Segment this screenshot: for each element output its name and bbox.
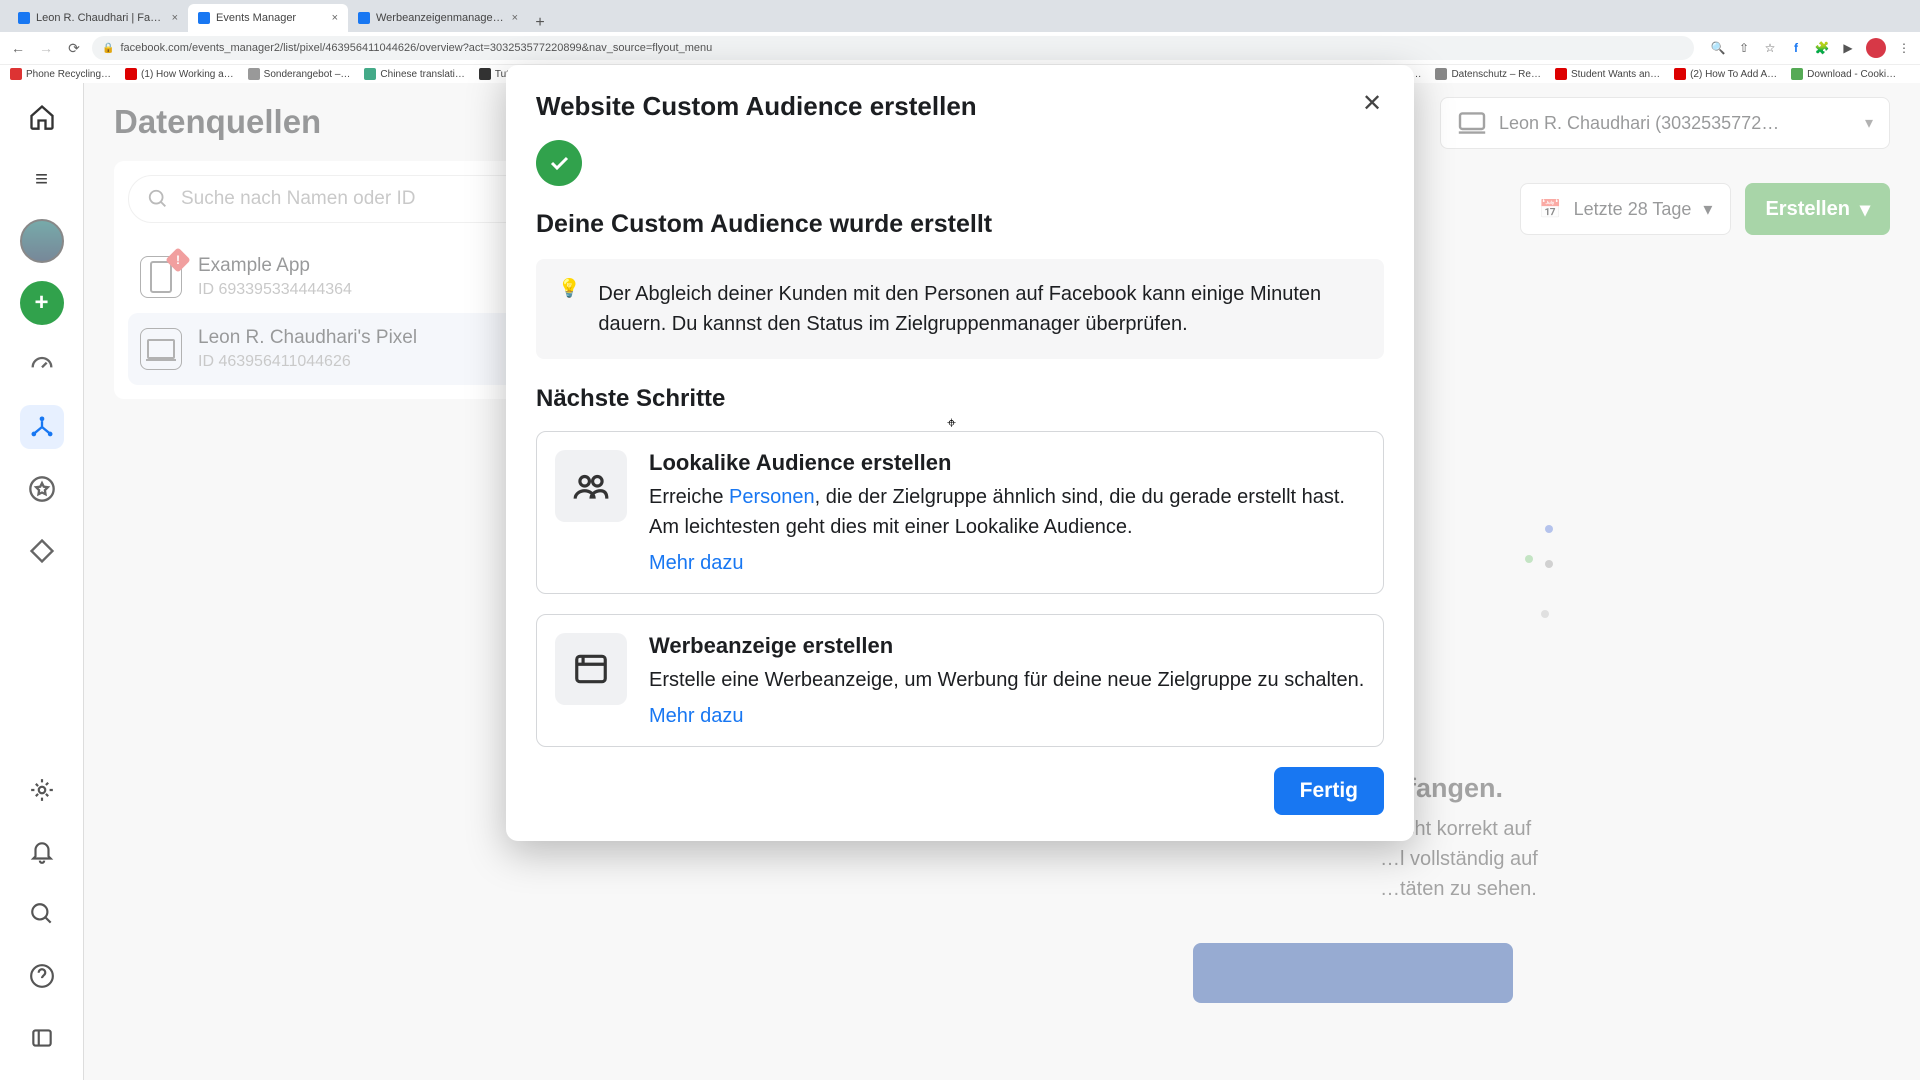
done-button[interactable]: Fertig (1274, 767, 1384, 815)
window-icon (555, 633, 627, 705)
lightbulb-icon: 💡 (558, 279, 580, 339)
step-desc: Erreiche Personen, die der Zielgruppe äh… (649, 482, 1365, 542)
step-desc: Erstelle eine Werbeanzeige, um Werbung f… (649, 665, 1364, 695)
more-link[interactable]: Mehr dazu (649, 552, 1365, 575)
personen-link[interactable]: Personen (729, 486, 815, 508)
success-check-icon (536, 140, 582, 186)
info-message: Der Abgleich deiner Kunden mit den Perso… (598, 279, 1362, 339)
modal-backdrop: Website Custom Audience erstellen ✕ Dein… (0, 0, 1920, 1080)
more-link[interactable]: Mehr dazu (649, 705, 1364, 728)
step-title: Lookalike Audience erstellen (649, 450, 1365, 476)
close-button[interactable]: ✕ (1356, 87, 1388, 119)
people-icon (555, 450, 627, 522)
cursor-icon: ⌖ (947, 415, 956, 433)
next-steps-title: Nächste Schritte (536, 385, 1384, 413)
step-create-ad[interactable]: Werbeanzeige erstellen Erstelle eine Wer… (536, 614, 1384, 747)
modal-create-audience: Website Custom Audience erstellen ✕ Dein… (506, 65, 1414, 841)
modal-title: Website Custom Audience erstellen (536, 91, 1384, 122)
step-title: Werbeanzeige erstellen (649, 633, 1364, 659)
info-box: 💡 Der Abgleich deiner Kunden mit den Per… (536, 259, 1384, 359)
step-lookalike[interactable]: Lookalike Audience erstellen Erreiche Pe… (536, 431, 1384, 594)
modal-subtitle: Deine Custom Audience wurde erstellt (536, 210, 1384, 239)
